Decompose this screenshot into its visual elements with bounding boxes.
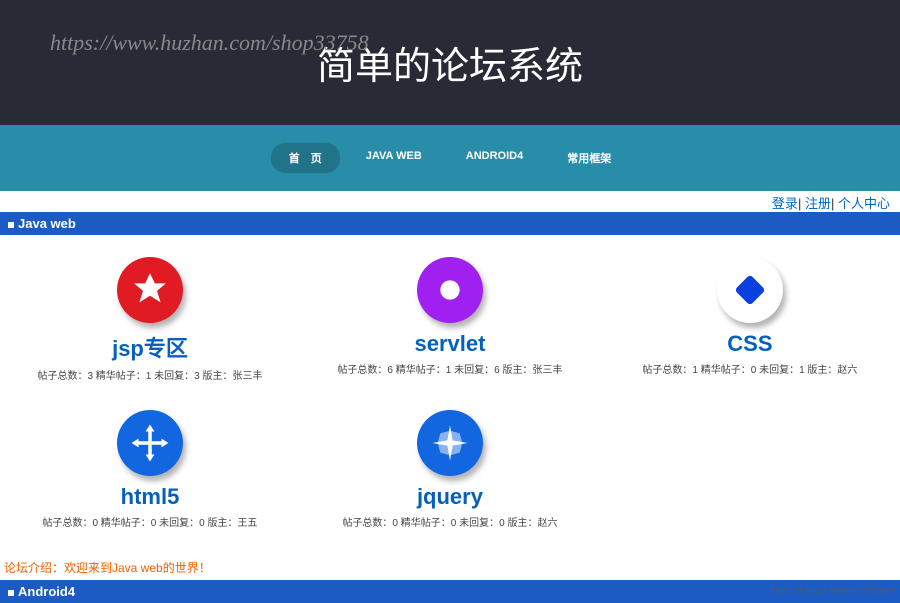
forum-stats: 帖子总数：3 精华帖子：1 未回复：3 版主：张三丰 <box>0 367 300 382</box>
profile-link[interactable]: 个人中心 <box>838 196 890 211</box>
square-bullet-icon <box>8 222 14 228</box>
section-intro: 论坛介绍：欢迎来到Java web的世界！ <box>0 555 900 580</box>
section-header: Android4 <box>0 580 900 603</box>
auth-sep: | <box>831 196 834 211</box>
nav-item-1[interactable]: JAVA WEB <box>348 143 440 173</box>
ring-icon[interactable] <box>417 257 483 323</box>
forum-title-link[interactable]: servlet <box>300 331 600 357</box>
star-icon[interactable] <box>117 257 183 323</box>
section-title: Java web <box>18 216 76 231</box>
auth-bar: 登录| 注册| 个人中心 <box>0 191 900 212</box>
forum-stats: 帖子总数：1 精华帖子：0 未回复：1 版主：赵六 <box>600 361 900 376</box>
forum-title-link[interactable]: jquery <box>300 484 600 510</box>
register-link[interactable]: 注册 <box>805 196 831 211</box>
auth-sep: | <box>798 196 801 211</box>
watermark-url: https://www.huzhan.com/shop33758 <box>50 30 369 56</box>
nav-item-3[interactable]: 常用框架 <box>549 143 629 173</box>
forum-stats: 帖子总数：0 精华帖子：0 未回复：0 版主：赵六 <box>300 514 600 529</box>
header: https://www.huzhan.com/shop33758 简单的论坛系统 <box>0 0 900 125</box>
forum-card: jquery 帖子总数：0 精华帖子：0 未回复：0 版主：赵六 <box>300 398 600 545</box>
sparkle-icon[interactable] <box>417 410 483 476</box>
section-title: Android4 <box>18 584 75 599</box>
forum-title-link[interactable]: html5 <box>0 484 300 510</box>
forum-stats: 帖子总数：0 精华帖子：0 未回复：0 版主：王五 <box>0 514 300 529</box>
arrows-icon[interactable] <box>117 410 183 476</box>
square-bullet-icon <box>8 590 14 596</box>
forum-title-link[interactable]: jsp专区 <box>0 331 300 363</box>
login-link[interactable]: 登录 <box>772 196 798 211</box>
forum-card: servlet 帖子总数：6 精华帖子：1 未回复：6 版主：张三丰 <box>300 245 600 398</box>
footer-blog-url: http://blog.csdn.net/llqqxf <box>770 582 894 597</box>
forum-title-link[interactable]: CSS <box>600 331 900 357</box>
diamond-icon[interactable] <box>717 257 783 323</box>
section-header: Java web <box>0 212 900 235</box>
nav-item-2[interactable]: ANDROID4 <box>448 143 541 173</box>
forum-card: CSS 帖子总数：1 精华帖子：0 未回复：1 版主：赵六 <box>600 245 900 398</box>
forum-grid: jsp专区帖子总数：3 精华帖子：1 未回复：3 版主：张三丰servlet帖子… <box>0 235 900 555</box>
forum-card: jsp专区帖子总数：3 精华帖子：1 未回复：3 版主：张三丰 <box>0 245 300 398</box>
forum-stats: 帖子总数：6 精华帖子：1 未回复：6 版主：张三丰 <box>300 361 600 376</box>
nav-item-0[interactable]: 首 页 <box>271 143 340 173</box>
forum-card: html5 帖子总数：0 精华帖子：0 未回复：0 版主：王五 <box>0 398 300 545</box>
nav-bar: 首 页 JAVA WEB ANDROID4 常用框架 <box>0 125 900 191</box>
